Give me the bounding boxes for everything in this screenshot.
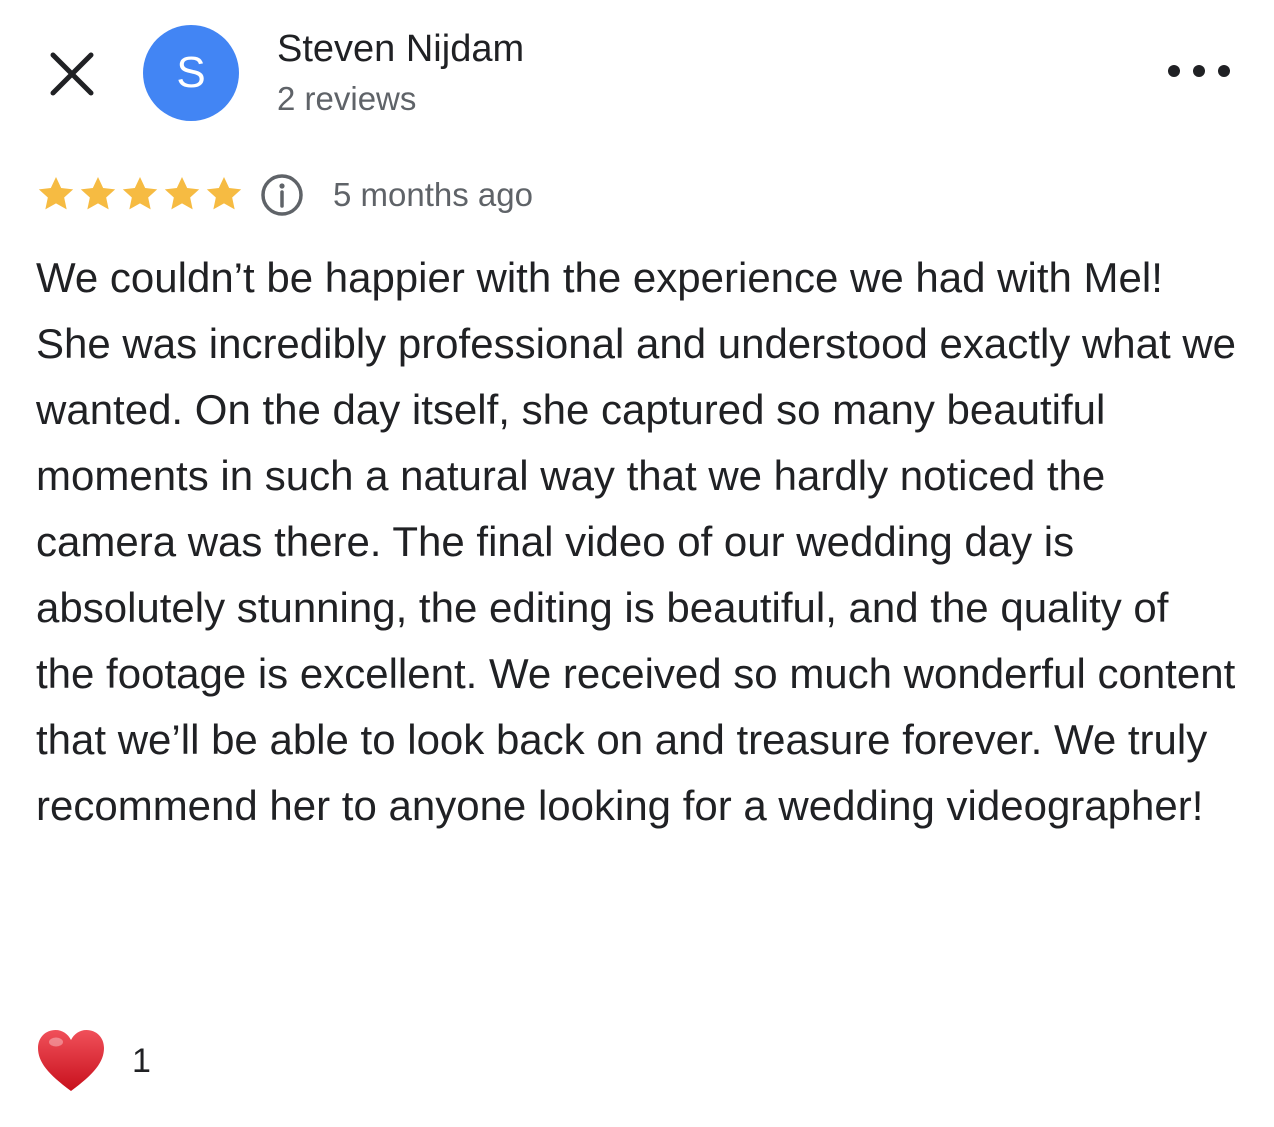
star-icon [206,177,242,210]
like-reaction-button[interactable]: 1 [36,1028,151,1094]
close-button[interactable] [44,46,100,102]
more-dot [1168,65,1180,77]
more-options-button[interactable] [1168,56,1230,86]
star-icon [164,177,200,210]
reaction-count: 1 [132,1041,151,1080]
avatar-letter: S [176,48,206,97]
reviewer-name[interactable]: Steven Nijdam [277,28,524,71]
star-icon [80,177,116,210]
info-icon [261,174,303,216]
more-dot [1193,65,1205,77]
review-date: 5 months ago [333,176,533,213]
close-icon [50,52,94,96]
more-dot [1218,65,1230,77]
review-text: We couldn’t be happier with the experien… [36,254,1237,829]
star-rating [36,174,244,214]
star-icon [38,177,74,210]
reviewer-review-count: 2 reviews [277,80,417,117]
info-button[interactable] [260,173,304,217]
star-icon [122,177,158,210]
avatar[interactable]: S [143,25,239,121]
heart-icon [38,1030,104,1091]
